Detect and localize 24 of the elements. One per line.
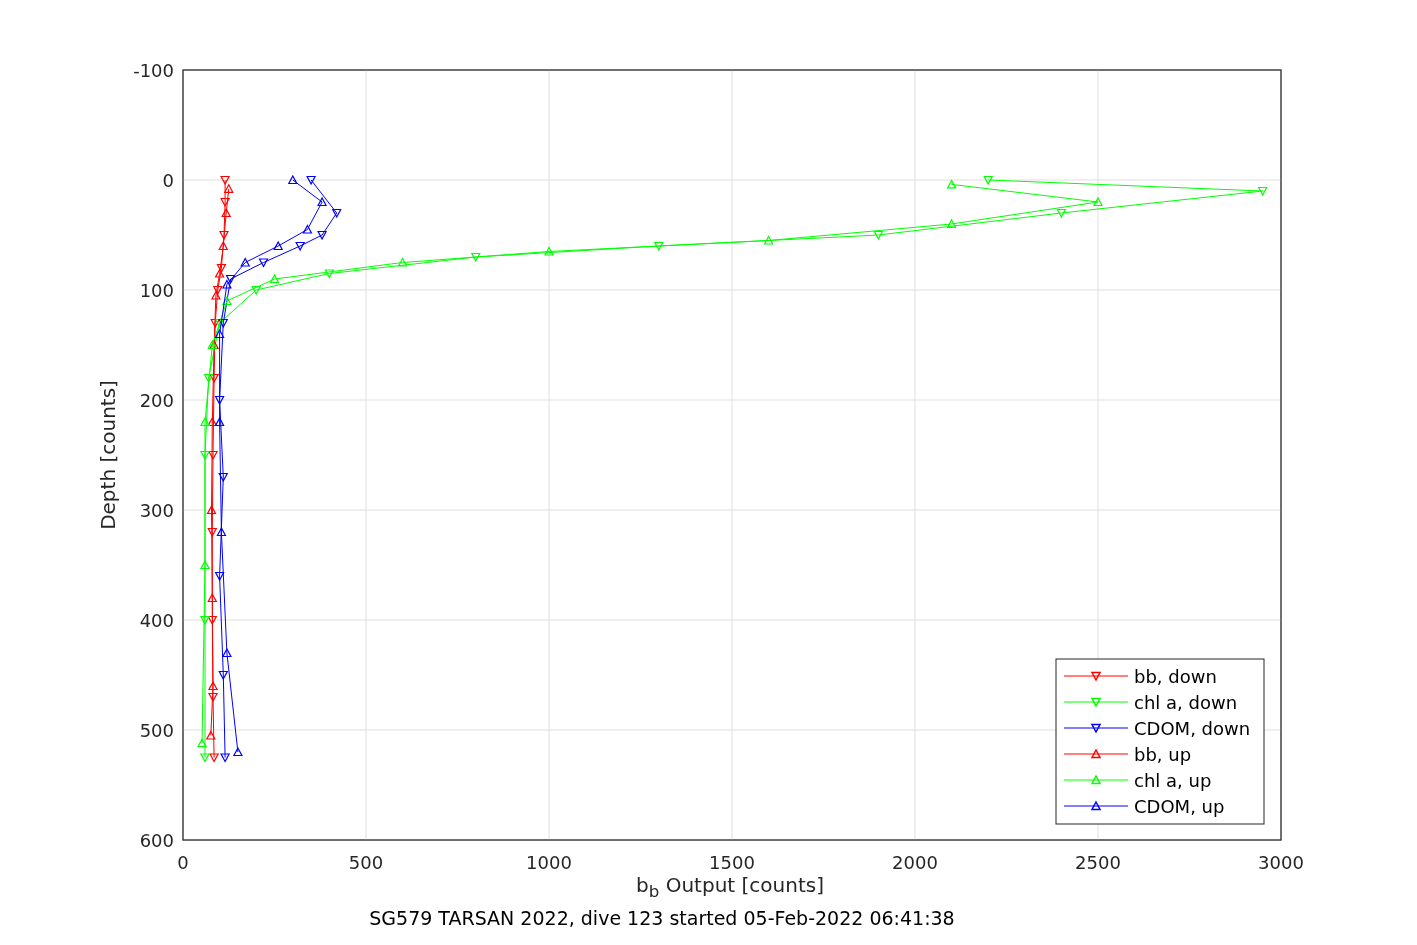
- tick-label: 600: [139, 830, 174, 851]
- tick-label: 200: [139, 390, 174, 411]
- x-axis-label: b$_{b}$ Output [counts]: [636, 873, 824, 897]
- chart-caption: SG579 TARSAN 2022, dive 123 started 05-Feb-2022 06:41:38: [369, 907, 955, 929]
- legend-label: chl a, down: [1134, 692, 1238, 713]
- tick-label: 2000: [892, 852, 938, 873]
- tick-label: 300: [139, 500, 174, 521]
- y-axis-label: Depth [counts]: [96, 380, 120, 530]
- tick-label: 500: [139, 720, 174, 741]
- legend-label: bb, up: [1134, 744, 1192, 765]
- legend-label: CDOM, down: [1134, 718, 1251, 739]
- tick-label: 3000: [1258, 852, 1304, 873]
- tick-label: 100: [139, 280, 174, 301]
- legend-label: CDOM, up: [1134, 796, 1225, 817]
- tick-label: 1000: [526, 852, 572, 873]
- tick-label: 500: [348, 852, 384, 873]
- legend-label: bb, down: [1134, 666, 1217, 687]
- tick-label: 0: [177, 852, 189, 873]
- tick-label: 0: [162, 170, 174, 191]
- tick-label: -100: [133, 60, 174, 81]
- tick-label: 1500: [709, 852, 755, 873]
- legend-label: chl a, up: [1134, 770, 1212, 791]
- tick-label: 2500: [1075, 852, 1121, 873]
- tick-label: 400: [139, 610, 174, 631]
